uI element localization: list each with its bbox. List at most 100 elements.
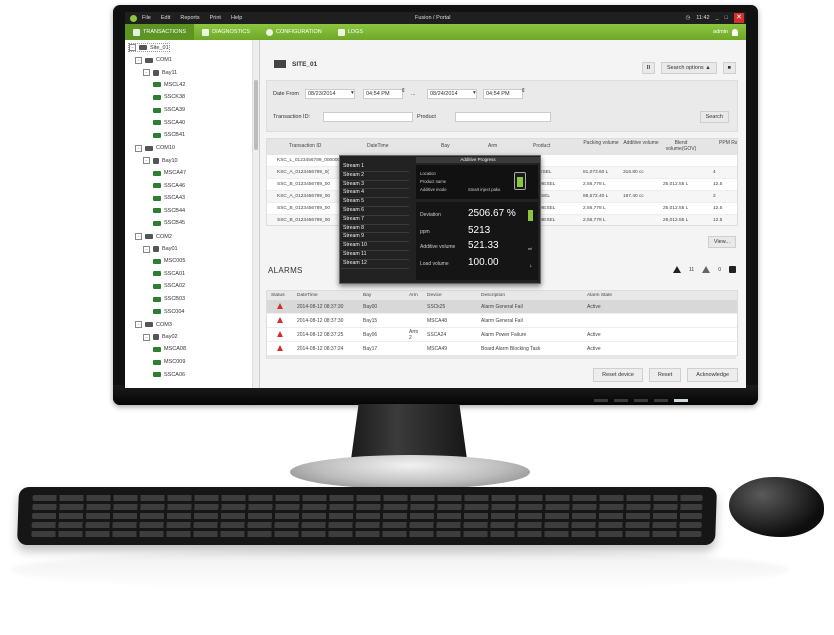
product-input[interactable] [455,112,551,122]
tree-item-dev[interactable]: MSCL42 [153,82,185,88]
stream-item[interactable]: Stream 9 [341,233,409,243]
stream-item[interactable]: Stream 4 [341,189,409,199]
menu-file[interactable]: File [142,15,151,21]
stream-item[interactable]: Stream 1 [341,163,409,172]
menu-print[interactable]: Print [210,15,221,21]
tree-item-com[interactable]: − COM1 [135,56,172,64]
pause-button[interactable]: II [641,62,655,74]
alarm-row[interactable]: 2014-08-12 08:37:24 Bay17 MSCA49 Board Alar… [267,342,737,355]
stream-item[interactable]: Stream 6 [341,207,409,216]
tree-item-dev[interactable]: SSCA39 [153,107,185,113]
time-to-spinner[interactable]: ⇕ [521,88,526,94]
tree-item-dev[interactable]: SSCB41 [153,132,185,138]
column-header[interactable]: Additive volume [623,140,659,146]
tree-item-dev[interactable]: SSCA43 [153,195,185,201]
column-header[interactable]: Alarm State [587,293,612,298]
stream-item[interactable]: Stream 10 [341,242,409,251]
alarms-scrollbar[interactable] [266,355,736,359]
menu-help[interactable]: Help [231,15,242,21]
chevron-down-icon[interactable]: ▾ [473,90,476,96]
tree-item-bay[interactable]: − Bay02 [143,333,178,341]
search-button[interactable]: Search [699,111,729,123]
stream-item[interactable]: Stream 5 [341,198,409,207]
tree-item-bay[interactable]: − Bay01 [143,245,178,253]
column-header[interactable]: DateTime [297,293,318,298]
sidebar-scrollbar[interactable] [252,40,259,388]
menu-edit[interactable]: Edit [161,15,170,21]
tree-item-dev[interactable]: SSC004 [153,309,185,315]
view-button[interactable]: View... [707,236,736,248]
column-header[interactable]: Bay [363,293,371,298]
speaker-icon[interactable] [729,266,736,273]
column-header[interactable]: Blend volume(GOV) [663,140,699,152]
column-header[interactable]: Arm [488,143,497,149]
time-from-input[interactable]: 04:54 PM [363,89,403,99]
alarm-row[interactable]: 2014-08-12 08:37:30 Bay15 MSCA48 Alarm Gene… [267,314,737,328]
alarm-row[interactable]: 2014-08-12 08:37:30 Bay00 SSCk25 Alarm Gene… [267,300,737,314]
user-menu[interactable]: admin [713,28,738,36]
alarm-row[interactable]: 2014-08-12 08:37:25 Bay06 Arm 2 SSCA24 Alarm… [267,328,737,342]
reset-button[interactable]: Reset [648,368,682,382]
tree-item-dev[interactable]: SSCB03 [153,296,185,302]
collapse-toggle-icon[interactable]: − [135,144,142,152]
collapse-toggle-icon[interactable]: − [143,69,150,77]
tab-logs[interactable]: LOGS [330,24,371,40]
tree-item-dev[interactable]: MSC009 [153,359,185,365]
stream-item[interactable]: Stream 12 [341,260,409,269]
tree-item-dev[interactable]: SSCB45 [153,220,185,226]
column-header[interactable]: PPM Ratio [713,140,737,146]
collapse-toggle-icon[interactable]: − [143,245,150,253]
tree-item-dev[interactable]: SSCK38 [153,94,185,100]
video-button[interactable]: ■ [722,62,736,74]
column-header[interactable]: Device [427,293,442,298]
menu-reports[interactable]: Reports [180,15,199,21]
collapse-toggle-icon[interactable]: − [143,157,150,165]
column-header[interactable]: Product [533,143,550,149]
tab-configuration[interactable]: CONFIGURATION [258,24,330,40]
stream-item[interactable]: Stream 7 [341,216,409,225]
tree-item-dev[interactable]: SSCB44 [153,208,185,214]
maximize-button[interactable]: □ [725,15,728,21]
reset-device-button[interactable]: Reset device [593,368,643,382]
tree-item-dev[interactable]: SSCA46 [153,183,185,189]
acknowledge-button[interactable]: Acknowledge [687,368,738,382]
column-header[interactable]: DateTime [367,143,389,149]
tree-item-dev[interactable]: MSCA47 [153,170,186,176]
time-from-spinner[interactable]: ⇕ [401,88,406,94]
collapse-toggle-icon[interactable]: − [129,44,136,51]
tree-item-com[interactable]: − COM3 [135,321,172,329]
tree-item-dev[interactable]: MSC005 [153,258,185,264]
column-header[interactable]: Packing volume [583,140,619,146]
transaction-id-input[interactable] [323,112,413,122]
tab-diagnostics[interactable]: DIAGNOSTICS [194,24,258,40]
stream-item[interactable]: Stream 3 [341,181,409,190]
minimize-button[interactable]: _ [716,15,719,21]
chevron-down-icon[interactable]: ▾ [351,90,354,96]
date-from-input[interactable]: 08/23/2014 [305,89,355,99]
tree-item-dev[interactable]: SSCA02 [153,283,185,289]
time-to-input[interactable]: 04:54 PM [483,89,523,99]
tree-item-bay[interactable]: − Bay11 [143,69,177,77]
collapse-toggle-icon[interactable]: − [143,333,150,341]
tree-item-bay[interactable]: − Bay10 [143,157,178,165]
date-to-input[interactable]: 08/24/2014 [427,89,477,99]
column-header[interactable]: Transaction ID [289,143,321,149]
stream-item[interactable]: Stream 2 [341,172,409,181]
collapse-toggle-icon[interactable]: − [135,321,142,329]
tree-item-dev[interactable]: MSCA08 [153,346,186,352]
collapse-toggle-icon[interactable]: − [135,56,142,64]
tree-item-com[interactable]: − COM10 [135,144,175,152]
stream-item[interactable]: Stream 8 [341,225,409,234]
close-button[interactable]: ✕ [734,13,744,23]
tab-transactions[interactable]: TRANSACTIONS [125,24,195,40]
tree-item-com[interactable]: − COM2 [135,233,172,240]
tree-item-dev[interactable]: SSCA40 [153,120,185,126]
tree-item-dev[interactable]: SSCA01 [153,271,185,277]
column-header[interactable]: Arm [409,293,418,298]
column-header[interactable]: Description [481,293,505,298]
collapse-toggle-icon[interactable]: − [135,233,142,240]
stream-item[interactable]: Stream 11 [341,251,409,260]
column-header[interactable]: Status [271,293,285,298]
column-header[interactable]: Bay [441,143,450,149]
tree-item-dev[interactable]: SSCA06 [153,372,185,378]
